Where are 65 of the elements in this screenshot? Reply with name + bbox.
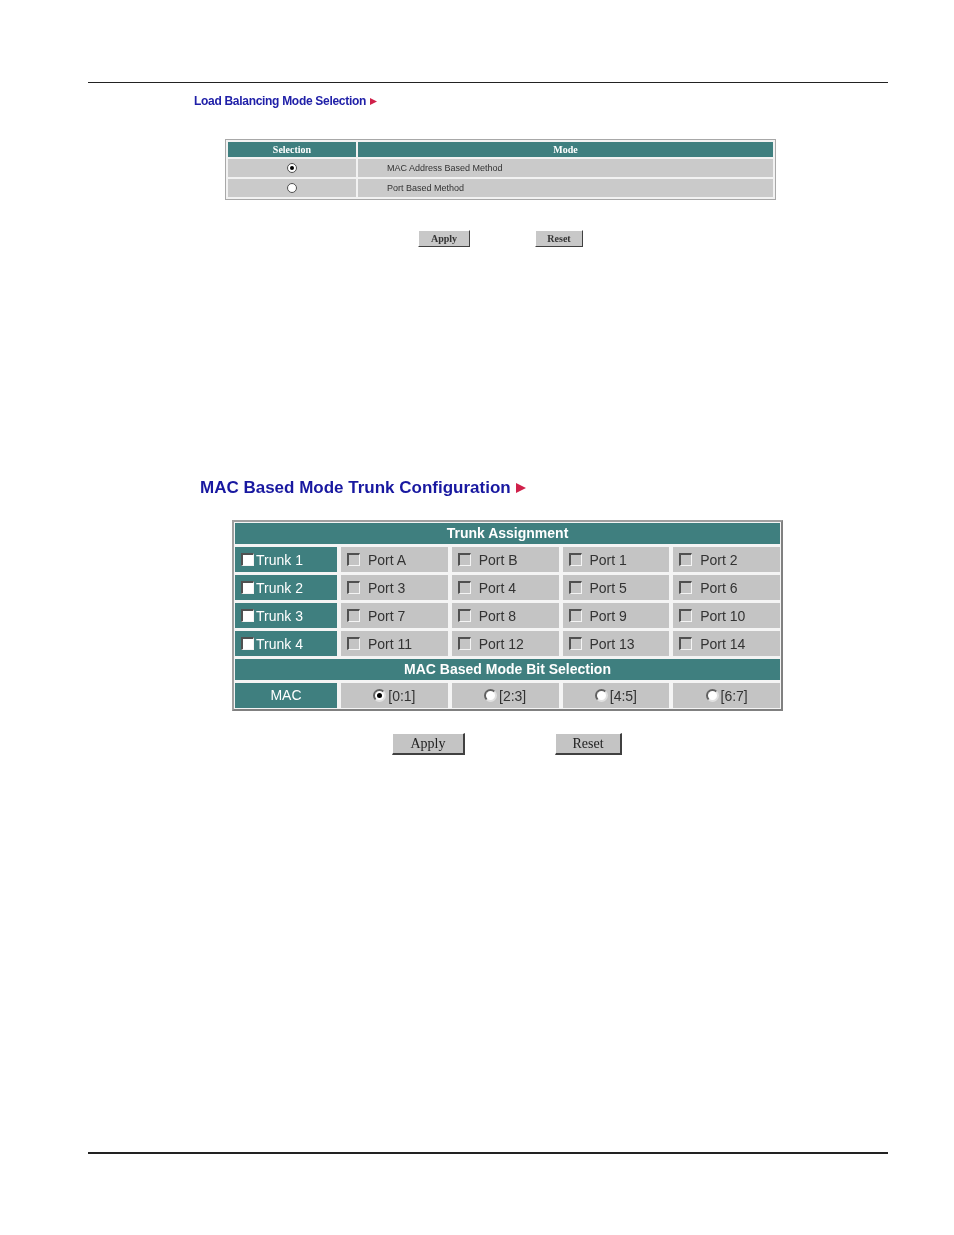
- checkbox[interactable]: [241, 637, 254, 650]
- checkbox[interactable]: [347, 637, 360, 650]
- checkbox[interactable]: [457, 581, 471, 594]
- option-label: [6:7]: [720, 687, 748, 704]
- port-label: Port 14: [700, 635, 746, 652]
- radio-button[interactable]: [594, 689, 608, 702]
- port-label: Port 3: [368, 579, 406, 596]
- checkbox[interactable]: [457, 609, 471, 622]
- table-cell: Port Based Method: [358, 179, 773, 197]
- checkbox[interactable]: [679, 609, 693, 622]
- port-label: Port 13: [589, 635, 635, 652]
- trunk-label: Trunk 1: [256, 551, 303, 568]
- radio-button[interactable]: [287, 163, 297, 173]
- triangle-icon: [370, 97, 377, 105]
- checkbox[interactable]: [241, 581, 254, 594]
- section-title: Load Balancing Mode Selection: [194, 94, 366, 108]
- checkbox[interactable]: [241, 553, 254, 566]
- port-label: Port 4: [478, 579, 517, 596]
- apply-button[interactable]: Apply: [418, 230, 470, 247]
- option-label: [0:1]: [388, 687, 416, 704]
- checkbox[interactable]: [568, 637, 582, 650]
- port-label: Port 5: [589, 579, 627, 596]
- port-label: Port 7: [368, 607, 406, 624]
- checkbox[interactable]: [347, 553, 360, 566]
- checkbox[interactable]: [241, 609, 254, 622]
- apply-button[interactable]: Apply: [392, 733, 465, 755]
- port-label: Port 9: [589, 607, 627, 624]
- reset-button[interactable]: Reset: [555, 733, 622, 755]
- column-header: Selection: [228, 142, 356, 157]
- checkbox[interactable]: [568, 581, 582, 594]
- column-header: Mode: [358, 142, 773, 157]
- port-label: Port A: [368, 551, 407, 568]
- port-label: Port 12: [478, 635, 524, 652]
- trunk-label: Trunk 3: [256, 607, 303, 624]
- port-label: Port B: [478, 551, 518, 568]
- option-label: [4:5]: [609, 687, 637, 704]
- port-label: Port 11: [368, 635, 413, 652]
- trunk-label: Trunk 2: [256, 579, 303, 596]
- table-header: Trunk Assignment: [235, 523, 780, 544]
- port-label: Port 1: [589, 551, 627, 568]
- port-label: Port 10: [700, 607, 746, 624]
- port-label: Port 6: [700, 579, 738, 596]
- triangle-icon: [515, 483, 526, 493]
- checkbox[interactable]: [679, 637, 693, 650]
- radio-button[interactable]: [484, 689, 497, 702]
- reset-button[interactable]: Reset: [535, 230, 583, 247]
- checkbox[interactable]: [347, 609, 360, 622]
- checkbox[interactable]: [679, 553, 693, 566]
- option-label: [2:3]: [499, 687, 527, 704]
- checkbox[interactable]: [347, 581, 360, 594]
- radio-button[interactable]: [705, 689, 719, 702]
- radio-button[interactable]: [287, 183, 297, 193]
- table-header: MAC Based Mode Bit Selection: [235, 659, 780, 680]
- trunk-label: Trunk 4: [256, 635, 303, 652]
- port-label: Port 8: [478, 607, 517, 624]
- port-label: Port 2: [700, 551, 738, 568]
- checkbox[interactable]: [568, 553, 582, 566]
- radio-button[interactable]: [373, 689, 387, 702]
- row-header: MAC: [235, 683, 337, 708]
- table-cell: MAC Address Based Method: [358, 159, 773, 177]
- checkbox[interactable]: [457, 637, 471, 650]
- checkbox[interactable]: [568, 609, 582, 622]
- checkbox[interactable]: [457, 553, 471, 566]
- section-title: MAC Based Mode Trunk Configuration: [200, 478, 511, 498]
- checkbox[interactable]: [679, 581, 693, 594]
